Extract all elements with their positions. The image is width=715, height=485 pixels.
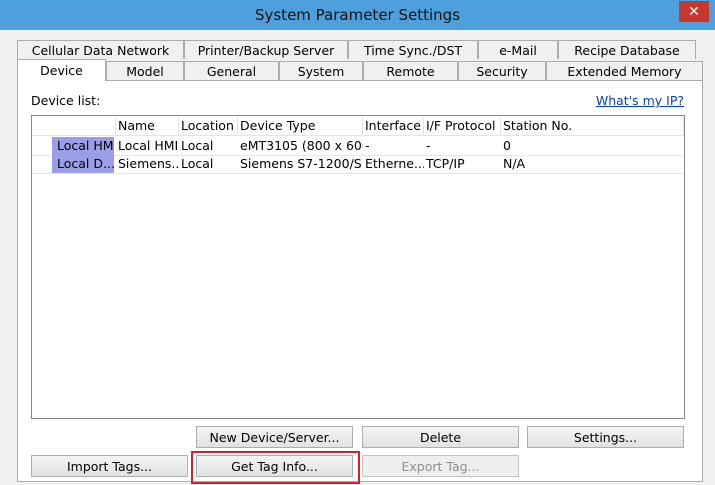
cell-station-no: 0 (503, 138, 511, 153)
get-tag-info-highlight-box (191, 451, 360, 484)
tab-general[interactable]: General (184, 61, 279, 80)
tab-device[interactable]: Device (17, 59, 106, 81)
tab-system[interactable]: System (279, 61, 363, 80)
column-header-interface[interactable]: Interface (363, 117, 424, 135)
column-header-name[interactable]: Name (116, 117, 179, 135)
column-header-if-protocol[interactable]: I/F Protocol (424, 117, 501, 135)
tab-model[interactable]: Model (106, 61, 184, 80)
cell-interface: Etherne... (365, 156, 424, 171)
cell-if-protocol: TCP/IP (426, 156, 465, 171)
device-list-label: Device list: (31, 93, 101, 108)
table-row-local-hmi[interactable]: Local HMI Local HMI Local eMT3105 (800 x… (32, 137, 684, 156)
tab-cellular-data-network[interactable]: Cellular Data Network (17, 40, 184, 59)
close-icon: ✕ (688, 3, 700, 20)
tab-extended-memory[interactable]: Extended Memory (546, 61, 703, 80)
cell-if-protocol: - (426, 138, 431, 153)
new-device-server-button[interactable]: New Device/Server... (196, 426, 353, 448)
tab-recipe-database[interactable]: Recipe Database (558, 40, 696, 59)
cell-name: Local HMI (118, 138, 179, 153)
export-tag-button[interactable]: Export Tag... (362, 455, 519, 477)
device-tab-panel: Device list: What's my IP? Name Location… (17, 80, 703, 482)
table-row-local-device[interactable]: Local D... Siemens... Local Siemens S7-1… (32, 155, 684, 174)
cell-interface: - (365, 138, 370, 153)
window-title: System Parameter Settings (254, 6, 461, 24)
tab-e-mail[interactable]: e-Mail (478, 40, 558, 59)
row-selector-cell: Local HMI (52, 137, 114, 155)
device-list-header: Name Location Device Type Interface I/F … (32, 117, 684, 136)
cell-name: Siemens... (118, 156, 179, 171)
system-parameter-settings-window: System Parameter Settings ✕ Cellular Dat… (0, 0, 715, 485)
row-selector-cell: Local D... (52, 155, 114, 173)
column-header-icon[interactable] (32, 117, 116, 135)
import-tags-button[interactable]: Import Tags... (31, 455, 188, 477)
column-header-station-no[interactable]: Station No. (501, 117, 684, 135)
dialog-client-area: Cellular Data Network Printer/Backup Ser… (0, 30, 715, 485)
delete-button[interactable]: Delete (362, 426, 519, 448)
settings-button[interactable]: Settings... (527, 426, 684, 448)
column-header-location[interactable]: Location (179, 117, 238, 135)
tab-printer-backup-server[interactable]: Printer/Backup Server (184, 40, 348, 59)
tab-security[interactable]: Security (458, 61, 546, 80)
cell-location: Local (181, 156, 214, 171)
tab-remote[interactable]: Remote (363, 61, 458, 80)
cell-location: Local (181, 138, 214, 153)
cell-device-type: eMT3105 (800 x 600) (240, 138, 363, 153)
title-bar[interactable]: System Parameter Settings ✕ (0, 0, 715, 30)
cell-station-no: N/A (503, 156, 526, 171)
close-button[interactable]: ✕ (679, 1, 709, 22)
device-list-view[interactable]: Name Location Device Type Interface I/F … (31, 115, 685, 419)
whats-my-ip-link[interactable]: What's my IP? (596, 93, 684, 108)
tab-time-sync-dst[interactable]: Time Sync./DST (348, 40, 478, 59)
cell-device-type: Siemens S7-1200/S... (240, 156, 363, 171)
column-header-device-type[interactable]: Device Type (238, 117, 363, 135)
